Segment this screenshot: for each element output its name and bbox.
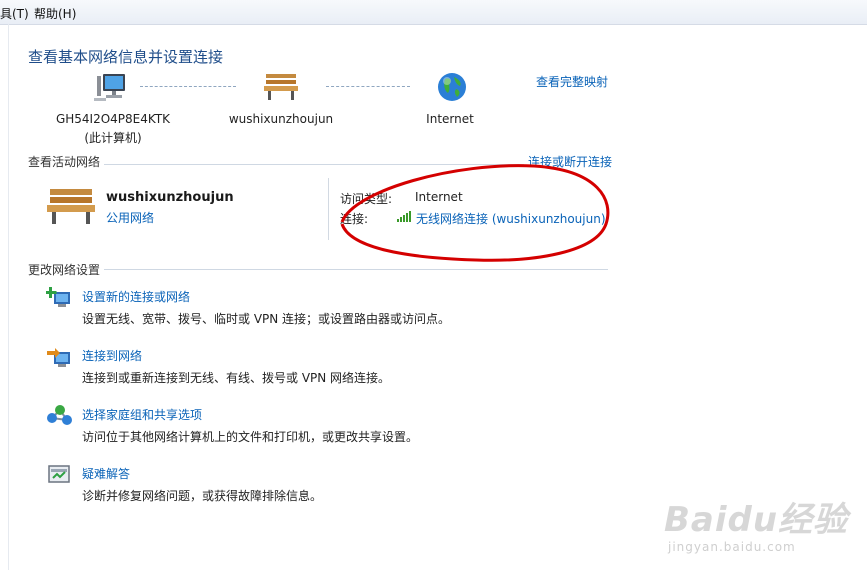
window-border <box>8 24 9 570</box>
map-link-line <box>140 86 236 87</box>
vertical-divider <box>328 178 329 240</box>
map-link-line <box>326 86 410 87</box>
homegroup-icon <box>46 404 72 428</box>
watermark-logo: Baidu经验 <box>664 500 849 540</box>
network-type-link[interactable]: 公用网络 <box>106 209 154 226</box>
change-settings-heading: 更改网络设置 <box>28 261 105 278</box>
connect-to-network-desc: 连接到或重新连接到无线、有线、拨号或 VPN 网络连接。 <box>82 371 391 385</box>
homegroup-sharing-desc: 访问位于其他网络计算机上的文件和打印机，或更改共享设置。 <box>82 430 419 444</box>
active-network-bench-icon <box>44 186 98 226</box>
computer-name: GH54I2O4P8E4KTK <box>55 112 171 126</box>
computer-subtitle: (此计算机) <box>84 131 142 145</box>
map-internet-label: Internet <box>426 112 474 126</box>
bench-icon[interactable] <box>262 72 300 102</box>
view-full-map-link[interactable]: 查看完整映射 <box>536 73 608 90</box>
menu-tools[interactable]: 具(T) <box>0 5 29 22</box>
troubleshoot-desc: 诊断并修复网络问题，或获得故障排除信息。 <box>82 489 323 503</box>
menu-help[interactable]: 帮助(H) <box>34 5 76 22</box>
page-title: 查看基本网络信息并设置连接 <box>28 48 224 66</box>
watermark-url: jingyan.baidu.com <box>668 540 796 554</box>
troubleshoot-link[interactable]: 疑难解答 <box>82 465 130 482</box>
connect-to-network-link[interactable]: 连接到网络 <box>82 347 142 364</box>
annotation-ellipse <box>340 164 610 262</box>
map-network-name: wushixunzhoujun <box>228 112 334 126</box>
menu-bar: 具(T) 帮助(H) <box>0 0 867 25</box>
connect-network-icon <box>46 345 72 369</box>
homegroup-sharing-link[interactable]: 选择家庭组和共享选项 <box>82 406 202 423</box>
troubleshoot-icon <box>46 463 72 487</box>
setup-new-connection-desc: 设置无线、宽带、拨号、临时或 VPN 连接；或设置路由器或访问点。 <box>82 312 451 326</box>
active-network-name: wushixunzhoujun <box>106 190 234 205</box>
new-connection-icon <box>45 286 72 310</box>
computer-icon[interactable] <box>92 70 128 104</box>
setup-new-connection-link[interactable]: 设置新的连接或网络 <box>82 288 190 305</box>
section-divider <box>28 269 608 270</box>
globe-icon[interactable] <box>436 71 468 103</box>
active-networks-heading: 查看活动网络 <box>28 153 105 170</box>
